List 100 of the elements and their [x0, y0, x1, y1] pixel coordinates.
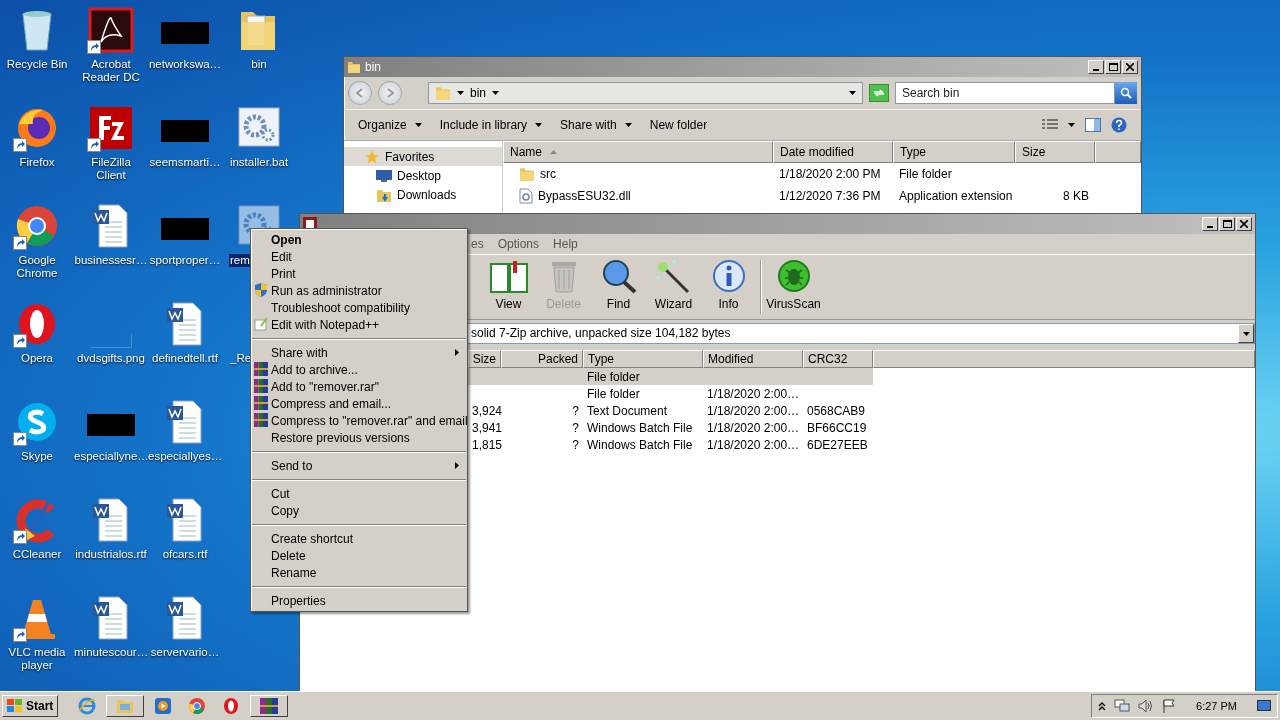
menu-item[interactable]: Run as administrator — [251, 282, 467, 299]
maximize-button[interactable] — [1219, 217, 1235, 231]
column-header[interactable]: Size — [468, 350, 501, 368]
desktop-icon-label[interactable]: especiallyne… — [73, 450, 149, 463]
taskbar-app-button[interactable] — [250, 695, 289, 717]
start-button[interactable]: Start — [2, 695, 59, 717]
search-field[interactable]: Search bin — [895, 82, 1115, 104]
maximize-button[interactable] — [1105, 60, 1121, 74]
menu-item[interactable]: Rename — [251, 564, 467, 581]
command-button[interactable]: Organize — [358, 116, 422, 134]
menu-item[interactable]: Send to — [251, 457, 467, 474]
menu-item[interactable]: Print — [251, 265, 467, 282]
desktop-icon-label[interactable]: minutescour… — [73, 646, 149, 659]
column-header[interactable]: Date modified — [773, 141, 893, 163]
desktop-icon-label[interactable]: Acrobat Reader DC — [74, 58, 148, 84]
command-button[interactable]: Include in library — [439, 116, 543, 134]
folder-icon — [435, 85, 451, 101]
archive-books-icon — [254, 379, 268, 393]
menu-item[interactable]: Restore previous versions — [251, 429, 467, 446]
desktop-icon-label[interactable]: installer.bat — [228, 156, 290, 169]
dropdown-button[interactable] — [1238, 324, 1254, 343]
column-header[interactable]: Type — [893, 141, 1015, 163]
column-header[interactable]: Name — [503, 141, 773, 163]
minimize-button[interactable] — [1202, 217, 1218, 231]
toolbar-button[interactable]: Info — [701, 258, 756, 316]
desktop-icon-label[interactable]: networkswa… — [147, 58, 223, 71]
menu-item[interactable]: Delete — [251, 547, 467, 564]
caret-icon — [492, 91, 499, 95]
taskbar-app-button[interactable] — [106, 695, 145, 717]
desktop-icon-label[interactable]: definedtell.rtf — [151, 352, 219, 365]
toolbar-button[interactable]: Find — [591, 258, 646, 316]
network-icon[interactable] — [1114, 699, 1131, 713]
desktop-icon-label[interactable]: bin — [250, 58, 268, 71]
desktop-icon-label[interactable]: Firefox — [18, 156, 56, 169]
file-name[interactable]: BypassESU32.dll — [538, 189, 631, 203]
desktop-icon-label[interactable]: rem — [229, 254, 251, 267]
desktop-icon-label[interactable]: especiallyes… — [147, 450, 223, 463]
clock[interactable]: 6:27 PM — [1196, 700, 1237, 712]
toolbar-button[interactable]: Wizard — [646, 258, 701, 316]
menu-item[interactable]: Share with — [251, 344, 467, 361]
chevron-up-icon[interactable] — [1098, 701, 1107, 711]
navigation-item[interactable]: Desktop — [344, 166, 502, 185]
menu-item[interactable]: Compress to "remover.rar" and email — [251, 412, 467, 429]
close-button[interactable] — [1122, 60, 1138, 74]
navigation-item[interactable]: Downloads — [344, 185, 502, 204]
refresh-button[interactable] — [869, 84, 889, 102]
menu-item[interactable]: Create shortcut — [251, 530, 467, 547]
dll-file-icon — [519, 188, 533, 204]
menu-item[interactable]: Options — [497, 237, 540, 251]
address-crumb[interactable]: bin — [470, 86, 486, 100]
column-header[interactable]: Modified — [703, 350, 803, 368]
menu-item[interactable]: Compress and email... — [251, 395, 467, 412]
search-button[interactable] — [1115, 82, 1137, 104]
column-header[interactable]: Size — [1015, 141, 1095, 163]
toolbar-button[interactable]: View — [481, 258, 536, 316]
desktop-icon-label[interactable]: CCleaner — [11, 548, 63, 561]
desktop-icon-label[interactable]: businessesr… — [73, 254, 149, 267]
toolbar-button[interactable]: VirusScan — [766, 258, 821, 316]
menu-item[interactable]: Troubleshoot compatibility — [251, 299, 467, 316]
file-name[interactable]: src — [540, 167, 556, 181]
size-cell-text: 3,924 — [471, 403, 501, 418]
help-icon[interactable] — [1111, 117, 1127, 133]
menu-item[interactable]: Edit — [251, 248, 467, 265]
navigation-item[interactable]: Favorites — [344, 147, 502, 166]
desktop-icon-label[interactable]: Google Chrome — [0, 254, 74, 280]
address-bar[interactable]: bin — [428, 82, 863, 104]
desktop-icon-label[interactable]: servervario… — [149, 646, 221, 659]
menu-item[interactable]: Copy — [251, 502, 467, 519]
command-button[interactable]: Share with — [560, 116, 632, 134]
preview-pane-icon[interactable] — [1085, 118, 1101, 132]
desktop-icon-label[interactable]: seemsmarti… — [148, 156, 222, 169]
desktop-icon-label[interactable]: dvdsgifts.png — [76, 352, 146, 365]
desktop-icon-label[interactable]: Opera — [20, 352, 54, 365]
column-header[interactable]: CRC32 — [803, 350, 873, 368]
minimize-button[interactable] — [1088, 60, 1104, 74]
caret-icon — [1242, 331, 1250, 336]
desktop-icon-label[interactable]: industrialos.rtf — [74, 548, 148, 561]
desktop-icon-label[interactable]: FileZilla Client — [74, 156, 148, 182]
archive-books-icon — [260, 698, 279, 714]
desktop-icon-label[interactable]: Skype — [20, 450, 54, 463]
speaker-icon[interactable] — [1138, 699, 1155, 713]
flag-icon[interactable] — [1162, 699, 1177, 713]
desktop-icon-label[interactable]: ofcars.rtf — [161, 548, 209, 561]
view-options-icon[interactable] — [1042, 119, 1058, 131]
menu-item[interactable]: Cut — [251, 485, 467, 502]
menu-item[interactable]: Properties — [251, 592, 467, 609]
close-button[interactable] — [1236, 217, 1252, 231]
menu-item[interactable]: Help — [553, 237, 578, 251]
dropdown-caret-icon — [849, 91, 856, 95]
show-desktop-icon[interactable] — [1257, 700, 1271, 712]
desktop-icon-label[interactable]: sportproper… — [148, 254, 222, 267]
column-header[interactable]: Type — [583, 350, 703, 368]
menu-item[interactable]: es — [471, 237, 484, 251]
command-button[interactable]: New folder — [649, 116, 708, 134]
column-header[interactable]: Packed — [501, 350, 583, 368]
desktop-icon-label[interactable]: VLC media player — [0, 646, 74, 672]
crc-cell-text: 6DE27EEB — [806, 437, 869, 452]
desktop-icon-label[interactable]: _Re — [229, 352, 253, 365]
desktop-icon-label[interactable]: Recycle Bin — [5, 58, 69, 71]
menu-item[interactable]: Open — [251, 231, 467, 248]
